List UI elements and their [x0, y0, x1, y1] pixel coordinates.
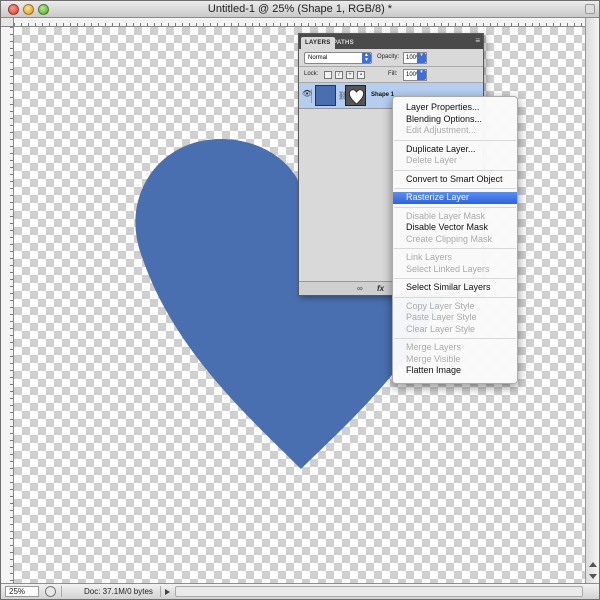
layer-thumbnail[interactable]: [315, 85, 336, 106]
menu-item-delete-layer: Delete Layer: [406, 155, 458, 165]
menu-item-merge-visible: Merge Visible: [406, 353, 461, 364]
menu-separator: [394, 278, 516, 279]
menu-item-clear-layer-style: Clear Layer Style: [406, 323, 476, 334]
menu-item-convert-to-smart-object[interactable]: Convert to Smart Object: [393, 174, 517, 186]
menu-item-link-layers: Link Layers: [406, 252, 453, 262]
menu-item-create-clipping-mask: Create Clipping Mask: [406, 233, 493, 244]
menu-separator: [394, 188, 516, 189]
menu-separator: [394, 296, 516, 298]
menu-item-paste-layer-style: Paste Layer Style: [406, 312, 477, 322]
fill-field[interactable]: 100% ▾: [403, 69, 427, 81]
menu-separator: [394, 139, 516, 141]
status-info-icon[interactable]: [45, 586, 56, 597]
vertical-scrollbar[interactable]: [585, 18, 599, 583]
menu-item-duplicate-layer[interactable]: Duplicate Layer...: [393, 144, 517, 156]
horizontal-scrollbar[interactable]: [175, 586, 583, 597]
tab-paths[interactable]: PATHS: [329, 37, 358, 49]
lock-pixels-icon[interactable]: /: [335, 71, 343, 79]
menu-item-merge-layers: Merge Layers: [406, 342, 462, 352]
zoom-level-field[interactable]: 25%: [5, 586, 39, 597]
menu-item-copy-layer-style: Copy Layer Style: [406, 300, 475, 311]
lock-transparency-icon[interactable]: [324, 71, 332, 79]
menu-separator: [394, 169, 516, 171]
vertical-ruler[interactable]: [1, 27, 14, 583]
horizontal-ruler[interactable]: [14, 18, 585, 27]
opacity-label: Opacity:: [377, 54, 400, 60]
visibility-eye-icon[interactable]: 👁: [302, 89, 312, 103]
scroll-up-arrow-icon[interactable]: [589, 562, 597, 567]
blend-mode-value: Normal: [308, 55, 328, 61]
vector-mask-thumbnail[interactable]: [345, 85, 366, 106]
lock-position-icon[interactable]: +: [346, 71, 354, 79]
panel-menu-icon[interactable]: ≡: [475, 36, 480, 45]
status-menu-arrow-icon[interactable]: [165, 589, 170, 595]
layer-context-menu: Layer Properties... Blending Options... Ed…: [392, 96, 518, 384]
document-info: Doc: 37.1M/0 bytes: [61, 586, 161, 597]
fx-icon[interactable]: fx: [377, 284, 384, 293]
fill-label: Fill:: [388, 71, 398, 77]
menu-item-disable-vector-mask[interactable]: Disable Vector Mask: [393, 222, 517, 234]
window-title: Untitled-1 @ 25% (Shape 1, RGB/8) *: [207, 3, 393, 15]
menu-separator: [394, 338, 516, 339]
menu-item-disable-layer-mask: Disable Layer Mask: [406, 210, 486, 221]
fill-dropdown-icon[interactable]: ▾: [417, 70, 426, 80]
menu-item-blending-options[interactable]: Blending Options...: [393, 114, 517, 126]
scroll-down-arrow-icon[interactable]: [589, 574, 597, 579]
title-bar[interactable]: Untitled-1 @ 25% (Shape 1, RGB/8) *: [1, 1, 599, 18]
ruler-origin[interactable]: [1, 18, 14, 27]
menu-item-edit-adjustment: Edit Adjustment...: [406, 125, 477, 135]
menu-item-layer-properties[interactable]: Layer Properties...: [393, 102, 517, 114]
menu-separator: [394, 248, 516, 249]
blend-mode-select[interactable]: Normal ▲ ▼: [304, 52, 372, 64]
heart-mask-icon: [349, 89, 364, 105]
menu-item-select-similar-layers[interactable]: Select Similar Layers: [393, 282, 517, 294]
lock-row: Lock: / + ▪ Fill: 100% ▾: [299, 67, 483, 83]
panel-tab-bar: LAYERS PATHS ≡: [299, 34, 483, 49]
menu-item-rasterize-layer[interactable]: Rasterize Layer: [393, 192, 517, 204]
menu-separator: [394, 206, 516, 208]
menu-item-flatten-image[interactable]: Flatten Image: [393, 365, 517, 377]
menu-item-select-linked-layers: Select Linked Layers: [406, 263, 490, 274]
opacity-dropdown-icon[interactable]: ▾: [417, 53, 426, 63]
opacity-field[interactable]: 100% ▾: [403, 52, 427, 64]
lock-label: Lock:: [304, 71, 319, 77]
lock-all-icon[interactable]: ▪: [357, 71, 365, 79]
layer-name[interactable]: Shape 1: [371, 92, 394, 98]
toolbar-toggle-button[interactable]: [585, 4, 595, 14]
document-window: Untitled-1 @ 25% (Shape 1, RGB/8) * 25% …: [0, 0, 600, 600]
select-arrows-icon: ▲ ▼: [362, 53, 371, 63]
status-bar: 25% Doc: 37.1M/0 bytes: [1, 583, 599, 599]
blend-row: Normal ▲ ▼ Opacity: 100% ▾: [299, 49, 483, 67]
link-icon[interactable]: ∞: [357, 284, 363, 293]
